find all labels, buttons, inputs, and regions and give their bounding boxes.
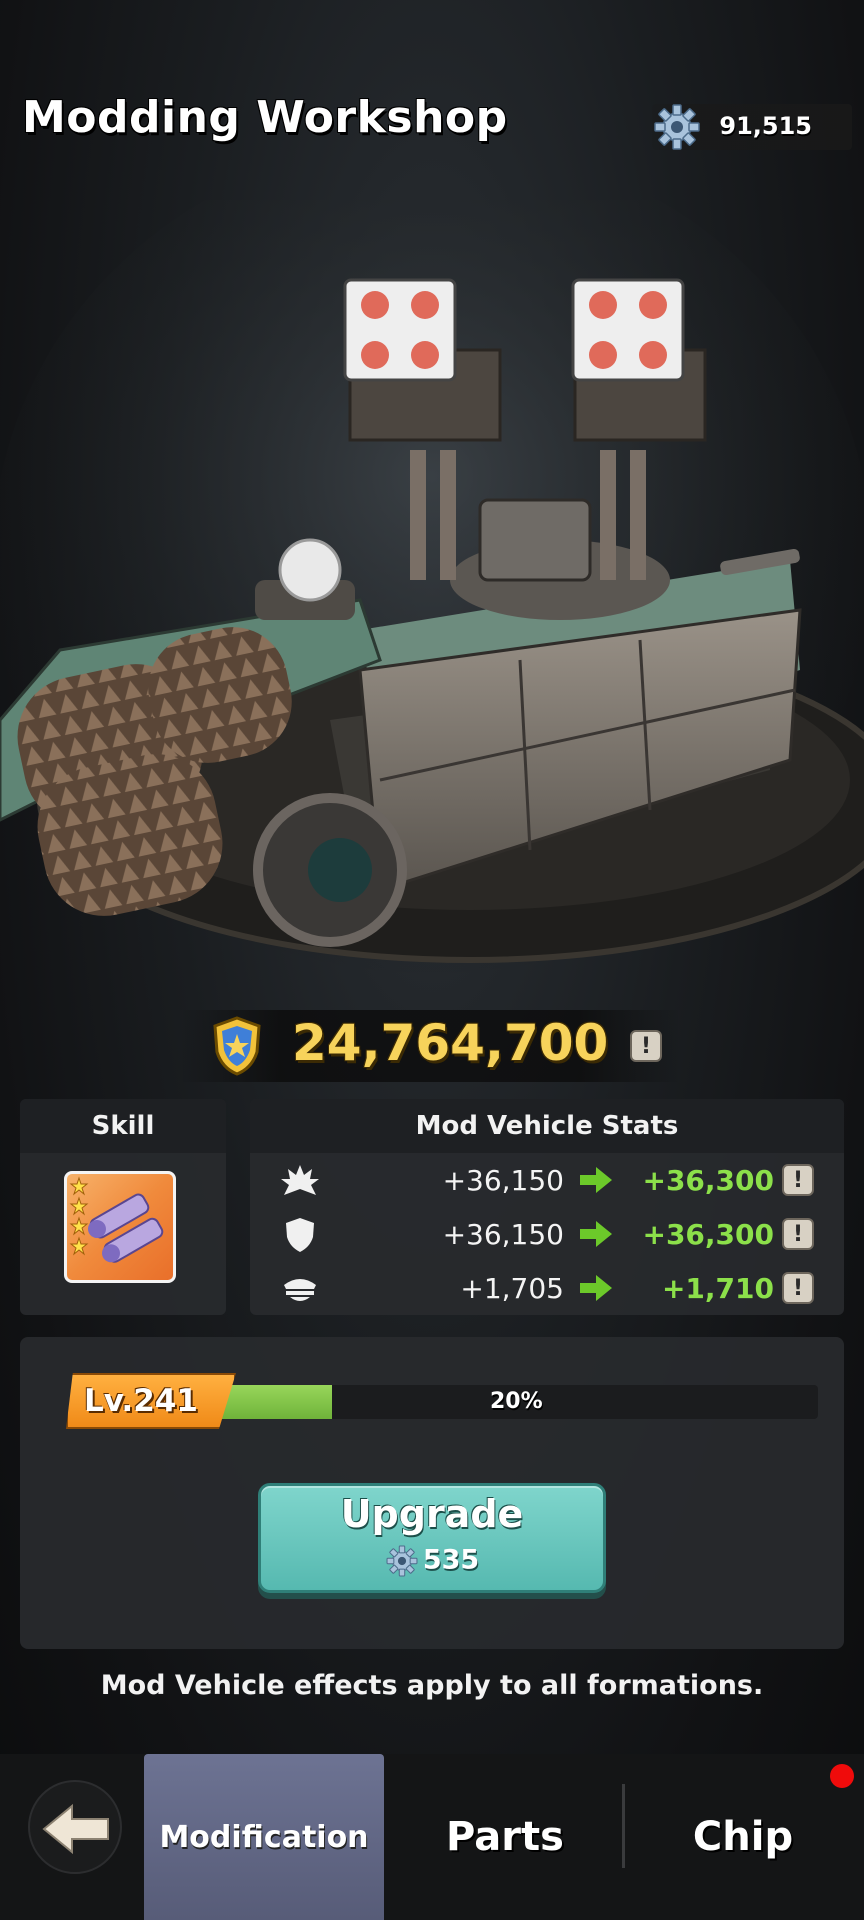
upgrade-cost-value: 535	[422, 1544, 480, 1576]
stat-row-hp: +1,705 +1,710 !	[250, 1261, 844, 1315]
level-progress-text: 20%	[490, 1389, 543, 1414]
tab-modification[interactable]: Modification	[144, 1754, 384, 1920]
formation-note: Mod Vehicle effects apply to all formati…	[100, 1670, 764, 1701]
attack-icon	[281, 1165, 319, 1195]
shield-star-icon	[213, 1016, 261, 1076]
page-title: Modding Workshop	[22, 92, 508, 143]
stat-info-button[interactable]: !	[782, 1164, 814, 1196]
upgrade-panel: 20% Lv.241 Upgrade 535	[20, 1337, 844, 1649]
mod-vehicle-stats-panel: Mod Vehicle Stats +36,150 +36,300 ! +36,…	[250, 1099, 844, 1315]
arrow-right-icon	[580, 1275, 612, 1301]
back-arrow-icon	[42, 1803, 109, 1855]
currency-display: 91,515	[652, 104, 852, 150]
tab-divider	[622, 1784, 625, 1868]
skill-stars	[69, 1176, 89, 1256]
stat-row-attack: +36,150 +36,300 !	[250, 1153, 844, 1207]
upgrade-cost: 535	[261, 1544, 603, 1578]
tab-parts[interactable]: Parts	[400, 1754, 610, 1920]
power-info-button[interactable]: !	[630, 1030, 662, 1062]
arrow-right-icon	[580, 1167, 612, 1193]
stat-info-button[interactable]: !	[782, 1272, 814, 1304]
skill-title: Skill	[20, 1099, 226, 1153]
combat-power-value: 24,764,700	[292, 1014, 609, 1072]
stat-next: +1,710	[661, 1272, 774, 1305]
level-badge: Lv.241	[66, 1373, 236, 1429]
gear-icon	[386, 1545, 418, 1577]
stat-current: +36,150	[442, 1218, 564, 1251]
currency-amount: 91,515	[719, 112, 812, 140]
hp-icon	[284, 1279, 316, 1301]
level-progress-bar: 20%	[210, 1385, 818, 1419]
upgrade-label: Upgrade	[340, 1492, 524, 1536]
stat-current: +1,705	[460, 1272, 564, 1305]
missile-skill-icon[interactable]	[64, 1171, 176, 1283]
back-button[interactable]	[28, 1780, 122, 1874]
defense-icon	[286, 1218, 314, 1252]
stats-title: Mod Vehicle Stats	[250, 1099, 844, 1153]
notification-dot	[830, 1764, 854, 1788]
upgrade-button[interactable]: Upgrade 535	[258, 1483, 606, 1593]
gear-icon	[654, 104, 700, 150]
arrow-right-icon	[580, 1221, 612, 1247]
stat-next: +36,300	[642, 1164, 774, 1197]
stat-next: +36,300	[642, 1218, 774, 1251]
bottom-nav: Modification Parts Chip	[0, 1754, 864, 1920]
skill-panel: Skill	[20, 1099, 226, 1315]
tab-chip[interactable]: Chip	[628, 1754, 858, 1920]
combat-power: 24,764,700 !	[180, 1010, 680, 1082]
stat-info-button[interactable]: !	[782, 1218, 814, 1250]
vehicle-model[interactable]	[0, 200, 864, 1030]
stat-current: +36,150	[442, 1164, 564, 1197]
stat-row-defense: +36,150 +36,300 !	[250, 1207, 844, 1261]
